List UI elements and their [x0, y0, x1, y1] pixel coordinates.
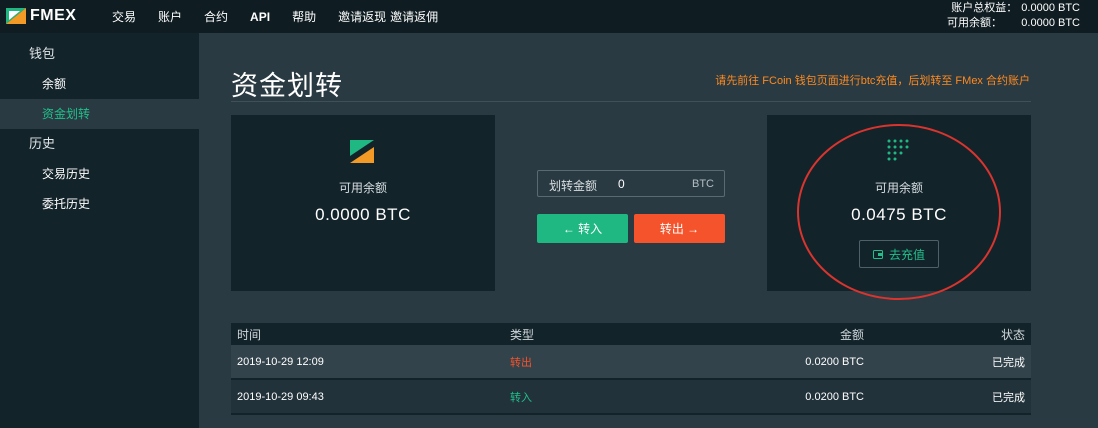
- equity-value: 0.0000 BTC: [1021, 2, 1080, 14]
- transfer-in-button[interactable]: ← 转入: [537, 214, 628, 243]
- sidebar-group-wallet: 钱包: [29, 46, 56, 61]
- table-row: 2019-10-29 09:43 转入 0.0200 BTC 已完成: [231, 380, 1031, 415]
- col-status: 状态: [1000, 327, 1025, 342]
- table-row: 2019-10-29 12:09 转出 0.0200 BTC 已完成: [231, 345, 1031, 380]
- fmex-logo[interactable]: FMEX: [6, 6, 76, 26]
- sidebar-item-balance[interactable]: 余额: [0, 69, 199, 99]
- sidebar: 钱包 余额 资金划转 历史 交易历史 委托历史: [0, 33, 199, 428]
- col-time: 时间: [237, 327, 262, 342]
- page-title: 资金划转: [231, 71, 343, 101]
- nav-account[interactable]: 账户: [158, 8, 182, 25]
- row-time: 2019-10-29 09:43: [237, 390, 324, 403]
- title-divider: [231, 101, 1031, 102]
- top-navbar: FMEX 交易 账户 合约 API 帮助 邀请返现 邀请返佣 账户总权益： 0.…: [0, 0, 1098, 33]
- transfer-out-button[interactable]: 转出 →: [634, 214, 725, 243]
- main-nav: 交易 账户 合约 API 帮助 邀请返现 邀请返佣: [112, 0, 460, 33]
- row-status: 已完成: [992, 356, 1025, 369]
- nav-api[interactable]: API: [250, 10, 270, 24]
- fcoin-balance-card: 可用余额 0.0000 BTC: [231, 115, 495, 291]
- row-type: 转入: [510, 391, 532, 404]
- col-amount: 金额: [839, 327, 864, 342]
- equity-label: 账户总权益：: [951, 2, 1018, 14]
- transfer-amount-field[interactable]: 划转金额 BTC: [537, 170, 725, 197]
- fmex-logo-icon: [6, 8, 26, 24]
- nav-contract[interactable]: 合约: [204, 8, 228, 25]
- available-label: 可用余额：: [947, 17, 1002, 29]
- notice-text: 请先前往 FCoin 钱包页面进行btc充值，后划转至 FMex 合约账户: [715, 75, 1030, 87]
- sidebar-item-order-history[interactable]: 委托历史: [0, 189, 199, 219]
- transfer-amount-label: 划转金额: [549, 179, 598, 193]
- row-type: 转出: [510, 356, 532, 369]
- highlight-circle-annotation: [797, 124, 1001, 300]
- fcoin-balance-value: 0.0000 BTC: [315, 205, 411, 224]
- fcoin-logo-icon: [350, 140, 374, 168]
- row-time: 2019-10-29 12:09: [237, 355, 324, 368]
- row-status: 已完成: [992, 391, 1025, 404]
- fcoin-balance-label: 可用余额: [338, 181, 387, 195]
- transfer-history-table: 时间 类型 金额 状态 2019-10-29 12:09 转出 0.0200 B…: [231, 323, 1031, 415]
- nav-help[interactable]: 帮助: [292, 8, 316, 25]
- available-value: 0.0000 BTC: [1021, 17, 1080, 29]
- nav-trade[interactable]: 交易: [112, 8, 136, 25]
- sidebar-group-history: 历史: [29, 136, 56, 151]
- account-summary: 账户总权益： 0.0000 BTC 可用余额： 0.0000 BTC: [947, 1, 1080, 31]
- logo-text: FMEX: [30, 7, 77, 24]
- row-amount: 0.0200 BTC: [805, 355, 864, 368]
- sidebar-item-transfer[interactable]: 资金划转: [0, 99, 199, 129]
- nav-invite-commission[interactable]: 邀请返佣: [390, 8, 438, 25]
- row-amount: 0.0200 BTC: [805, 390, 864, 403]
- col-type: 类型: [510, 327, 535, 342]
- table-header: 时间 类型 金额 状态: [231, 323, 1031, 345]
- sidebar-item-trade-history[interactable]: 交易历史: [0, 159, 199, 189]
- transfer-amount-input[interactable]: [618, 175, 688, 193]
- nav-invite-cashback[interactable]: 邀请返现: [338, 8, 386, 25]
- transfer-unit: BTC: [692, 178, 714, 190]
